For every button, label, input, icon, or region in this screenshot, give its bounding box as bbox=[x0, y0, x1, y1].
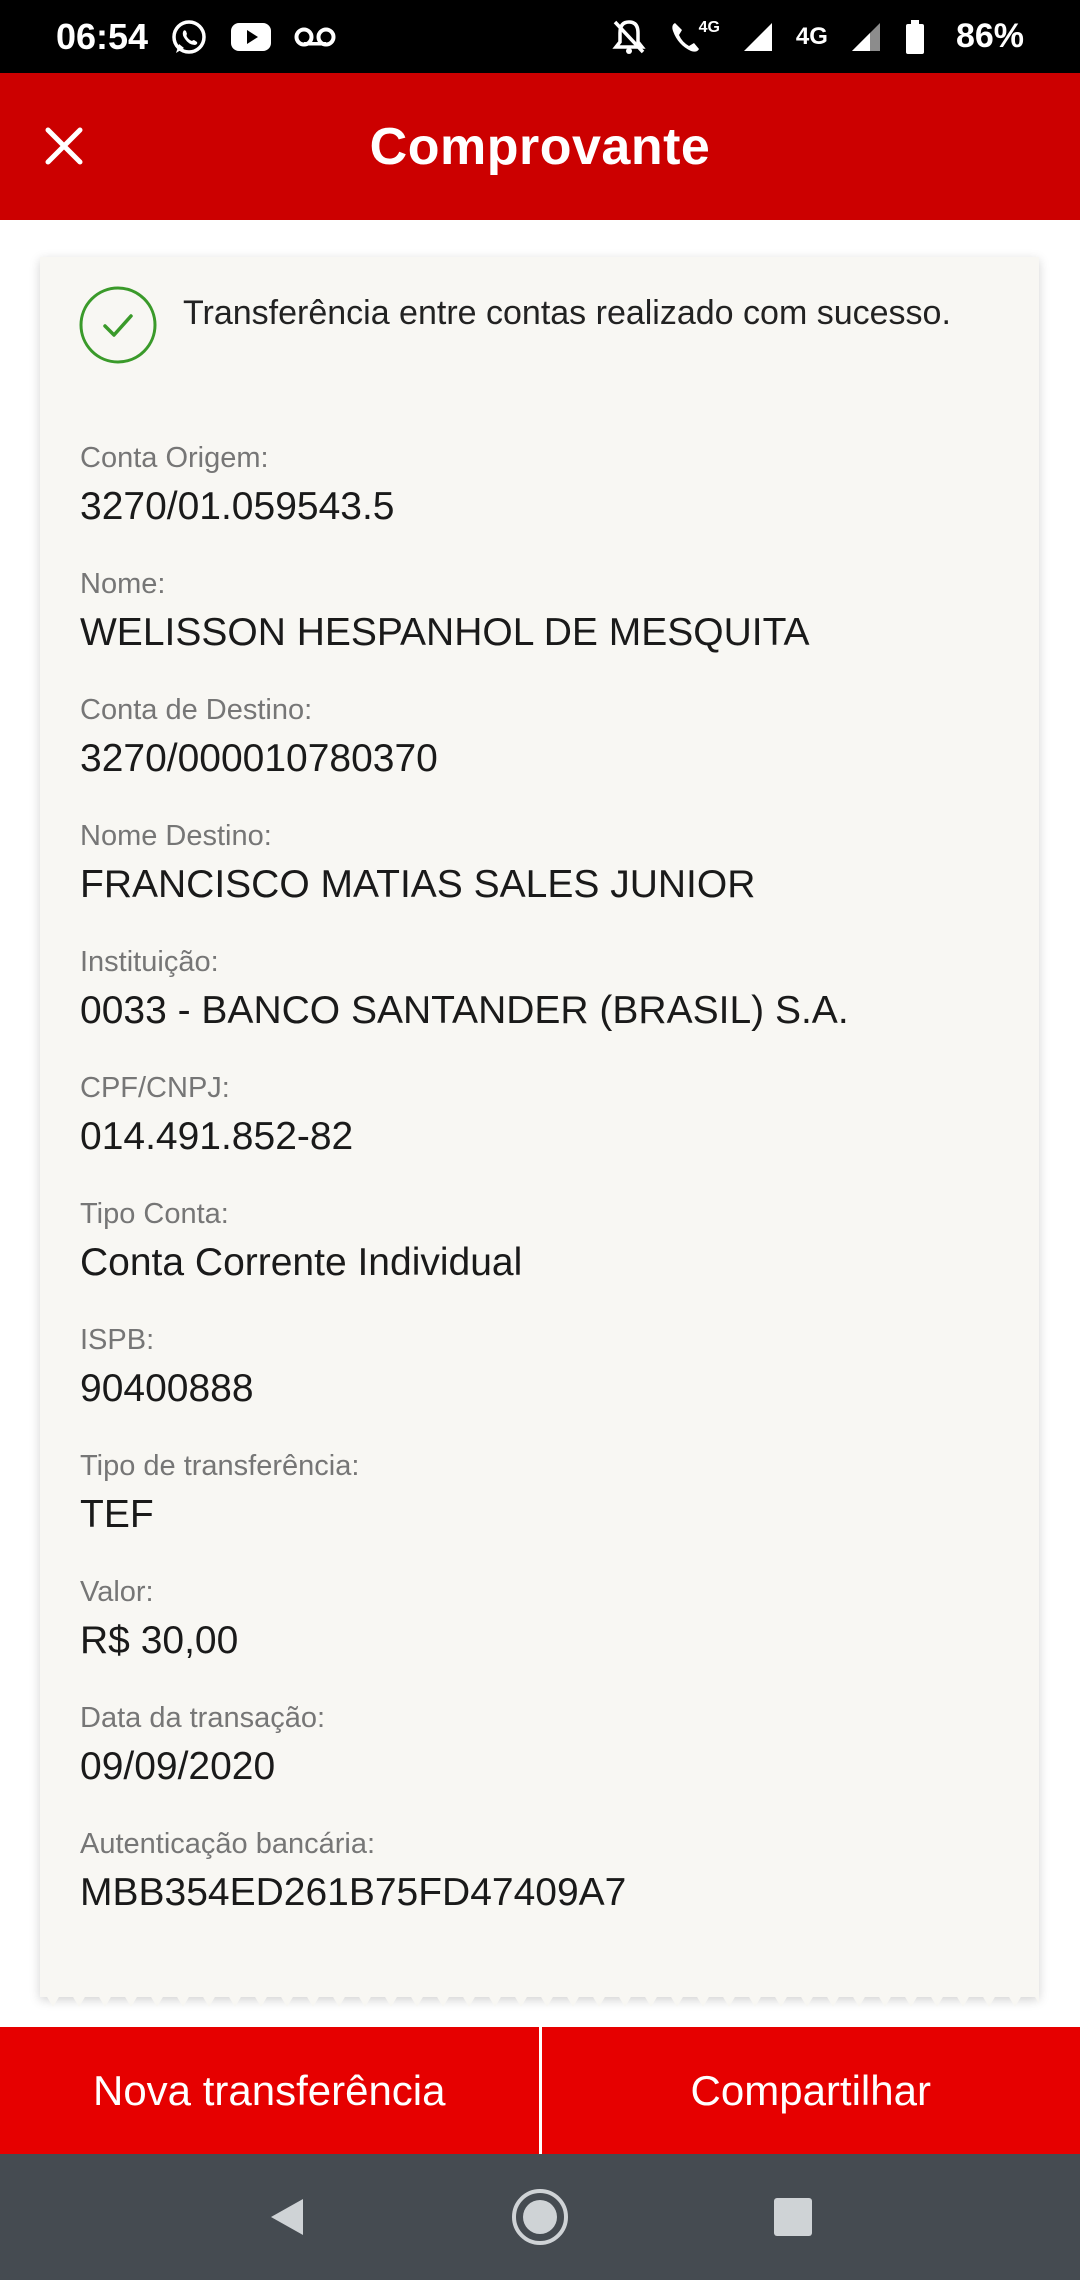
home-button[interactable] bbox=[500, 2177, 580, 2257]
new-transfer-button[interactable]: Nova transferência bbox=[0, 2027, 539, 2154]
back-icon bbox=[267, 2195, 307, 2239]
field-value: Conta Corrente Individual bbox=[80, 1241, 523, 1284]
field-cpf-cnpj: CPF/CNPJ: 014.491.852-82 bbox=[80, 1070, 1000, 1162]
field-value: 3270/01.059543.5 bbox=[80, 485, 395, 528]
field-nome-destino: Nome Destino: FRANCISCO MATIAS SALES JUN… bbox=[80, 818, 1000, 910]
network-label: 4G bbox=[795, 22, 828, 50]
whatsapp-icon bbox=[170, 18, 208, 56]
battery-percent: 86% bbox=[955, 17, 1024, 55]
field-label: Conta de Destino: bbox=[80, 694, 313, 726]
field-value: 09/09/2020 bbox=[80, 1745, 276, 1788]
status-bar-right: 4G 4G 86% bbox=[611, 17, 1024, 56]
receipt-torn-edge bbox=[40, 1985, 1039, 2007]
field-label: Tipo Conta: bbox=[80, 1198, 229, 1230]
wifi-call-icon: 4G bbox=[669, 19, 720, 55]
share-button[interactable]: Compartilhar bbox=[541, 2027, 1080, 2154]
muted-bell-icon bbox=[611, 18, 647, 56]
field-valor: Valor: R$ 30,00 bbox=[80, 1574, 1000, 1666]
status-bar: 06:54 4G 4G 86% bbox=[0, 0, 1080, 73]
status-time: 06:54 bbox=[56, 15, 149, 57]
field-ispb: ISPB: 90400888 bbox=[80, 1322, 1000, 1414]
success-message: Transferência entre contas realizado com… bbox=[183, 294, 951, 332]
network-label-small: 4G bbox=[698, 18, 720, 36]
receipt-card: Transferência entre contas realizado com… bbox=[40, 257, 1039, 1997]
recents-icon bbox=[772, 2196, 814, 2238]
field-nome: Nome: WELISSON HESPANHOL DE MESQUITA bbox=[80, 566, 1000, 658]
field-autenticacao: Autenticação bancária: MBB354ED261B75FD4… bbox=[80, 1826, 1000, 1918]
field-label: Tipo de transferência: bbox=[80, 1450, 360, 1482]
signal-icon-2 bbox=[850, 21, 882, 53]
page-title: Comprovante bbox=[369, 117, 711, 176]
field-label: Instituição: bbox=[80, 946, 219, 978]
field-data-transacao: Data da transação: 09/09/2020 bbox=[80, 1700, 1000, 1792]
field-label: Data da transação: bbox=[80, 1702, 326, 1734]
close-icon bbox=[44, 126, 84, 166]
field-value: 0033 - BANCO SANTANDER (BRASIL) S.A. bbox=[80, 989, 849, 1032]
field-tipo-conta: Tipo Conta: Conta Corrente Individual bbox=[80, 1196, 1000, 1288]
field-value: 3270/000010780370 bbox=[80, 737, 438, 780]
youtube-icon bbox=[230, 21, 272, 53]
field-value: 90400888 bbox=[80, 1367, 254, 1410]
recents-button[interactable] bbox=[753, 2177, 833, 2257]
field-value: R$ 30,00 bbox=[80, 1619, 239, 1662]
field-instituicao: Instituição: 0033 - BANCO SANTANDER (BRA… bbox=[80, 944, 1000, 1036]
field-value: FRANCISCO MATIAS SALES JUNIOR bbox=[80, 863, 756, 906]
field-label: CPF/CNPJ: bbox=[80, 1072, 230, 1104]
voicemail-icon bbox=[294, 25, 336, 49]
field-value: MBB354ED261B75FD47409A7 bbox=[80, 1871, 627, 1914]
battery-icon bbox=[904, 19, 926, 55]
field-label: Nome: bbox=[80, 568, 166, 600]
field-label: Valor: bbox=[80, 1576, 154, 1608]
status-bar-left: 06:54 bbox=[56, 16, 336, 58]
field-conta-origem: Conta Origem: 3270/01.059543.5 bbox=[80, 440, 1000, 532]
field-conta-destino: Conta de Destino: 3270/000010780370 bbox=[80, 692, 1000, 784]
system-nav-bar bbox=[0, 2154, 1080, 2280]
action-bar: Nova transferência Compartilhar bbox=[0, 2027, 1080, 2154]
home-icon bbox=[510, 2187, 570, 2247]
app-bar: Comprovante bbox=[0, 73, 1080, 220]
field-label: Conta Origem: bbox=[80, 442, 269, 474]
close-button[interactable] bbox=[28, 107, 100, 185]
check-circle-icon bbox=[78, 285, 158, 365]
field-label: Nome Destino: bbox=[80, 820, 272, 852]
field-label: ISPB: bbox=[80, 1324, 155, 1356]
receipt-area[interactable]: Transferência entre contas realizado com… bbox=[0, 220, 1080, 2027]
field-value: TEF bbox=[80, 1493, 154, 1536]
field-value: 014.491.852-82 bbox=[80, 1115, 354, 1158]
signal-icon bbox=[742, 21, 774, 53]
success-banner: Transferência entre contas realizado com… bbox=[78, 285, 998, 365]
field-value: WELISSON HESPANHOL DE MESQUITA bbox=[80, 611, 810, 654]
field-label: Autenticação bancária: bbox=[80, 1828, 376, 1860]
back-button[interactable] bbox=[247, 2177, 327, 2257]
field-tipo-transferencia: Tipo de transferência: TEF bbox=[80, 1448, 1000, 1540]
